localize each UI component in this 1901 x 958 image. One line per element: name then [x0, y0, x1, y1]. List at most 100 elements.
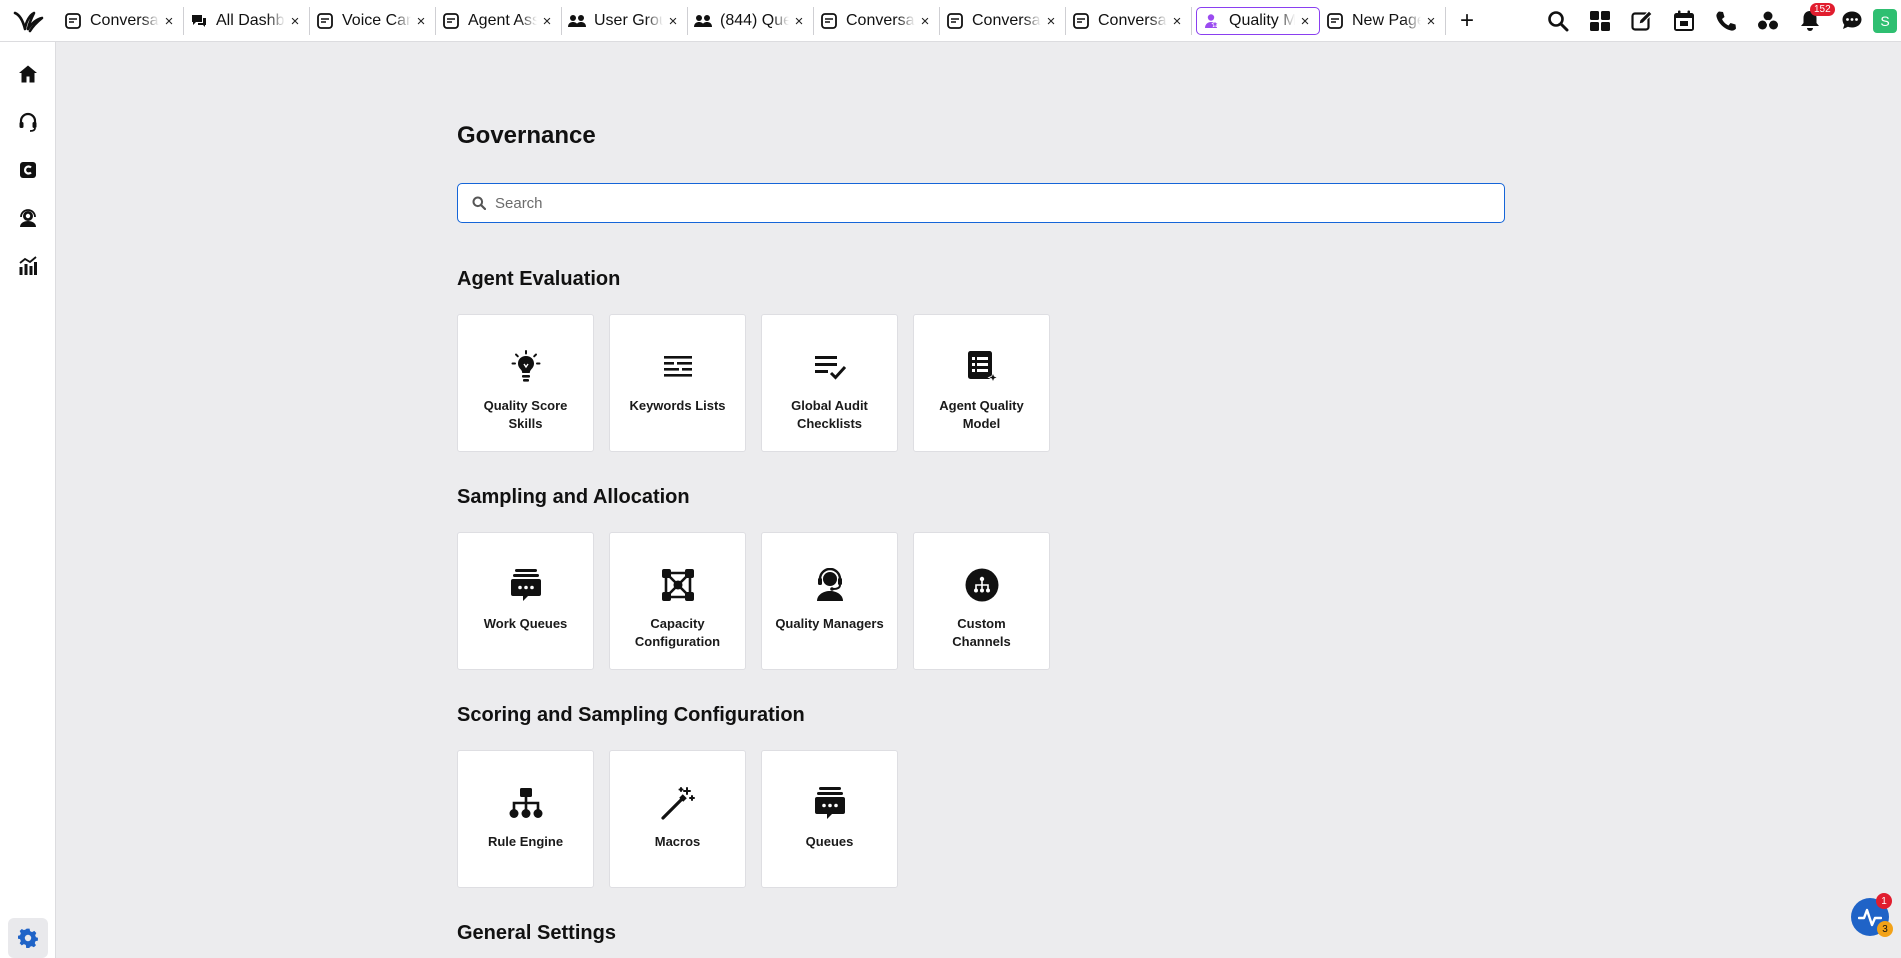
- messages-icon[interactable]: [1831, 0, 1873, 42]
- card-label: Rule Engine: [487, 834, 564, 849]
- card-label: Custom Channels: [952, 616, 1011, 649]
- close-icon[interactable]: ×: [539, 13, 555, 30]
- integrations-icon[interactable]: [1747, 0, 1789, 42]
- calendar-icon[interactable]: [1663, 0, 1705, 42]
- tab-label: New Page: [1352, 12, 1421, 29]
- card-queues[interactable]: Queues: [761, 750, 898, 888]
- agent-evaluation-cards: Quality Score Skills Keywords Lists Glob…: [457, 314, 1065, 452]
- card-label: Keywords Lists: [629, 398, 726, 413]
- section-title-agent-evaluation: Agent Evaluation: [457, 268, 621, 290]
- chat-bubbles-icon: [190, 12, 208, 30]
- tab-label: Voice Campaigns: [342, 12, 411, 29]
- card-quality-score-skills[interactable]: Quality Score Skills: [457, 314, 594, 452]
- card-macros[interactable]: Macros: [609, 750, 746, 888]
- close-icon[interactable]: ×: [287, 13, 303, 30]
- card-global-audit-checklists[interactable]: Global Audit Checklists: [761, 314, 898, 452]
- conversation-icon: [1072, 12, 1090, 30]
- conversation-icon: [820, 12, 838, 30]
- close-icon[interactable]: ×: [161, 13, 177, 30]
- add-tab-button[interactable]: +: [1452, 7, 1482, 35]
- settings-gear-icon[interactable]: [8, 918, 48, 958]
- close-icon[interactable]: ×: [413, 13, 429, 30]
- user-avatar[interactable]: S: [1873, 9, 1897, 33]
- crm-c-icon[interactable]: [8, 150, 48, 190]
- help-widget-badge-primary: 1: [1876, 893, 1892, 909]
- conversation-icon: [442, 12, 460, 30]
- lightbulb-icon: [508, 349, 544, 385]
- phone-icon[interactable]: [1705, 0, 1747, 42]
- tab-label: Agent Assist: [468, 12, 537, 29]
- help-widget-badge-secondary: 3: [1877, 921, 1893, 937]
- users-icon: [568, 12, 586, 30]
- tab-agent-assist[interactable]: Agent Assist ×: [436, 7, 562, 35]
- tab-queues[interactable]: (844) Queues ×: [688, 7, 814, 35]
- tab-quality-management[interactable]: Quality Management ×: [1196, 7, 1320, 35]
- search-box[interactable]: [457, 183, 1505, 223]
- channel-hub-icon: [964, 567, 1000, 603]
- tab-conversations-1[interactable]: Conversations ×: [58, 7, 184, 35]
- tab-label: All Dashboards: [216, 12, 285, 29]
- sampling-allocation-cards: Work Queues Capacity Configuration Quali…: [457, 532, 1065, 670]
- section-title-sampling-allocation: Sampling and Allocation: [457, 486, 690, 508]
- card-label: Work Queues: [483, 616, 568, 631]
- tab-all-dashboards[interactable]: All Dashboards ×: [184, 7, 310, 35]
- card-work-queues[interactable]: Work Queues: [457, 532, 594, 670]
- search-icon[interactable]: [1537, 0, 1579, 42]
- tab-label: User Groups: [594, 12, 663, 29]
- close-icon[interactable]: ×: [665, 13, 681, 30]
- chat-stack-icon: [508, 567, 544, 603]
- chat-stack-icon: [812, 785, 848, 821]
- tab-conversations-2[interactable]: Conversations ×: [814, 7, 940, 35]
- card-label: Capacity Configuration: [634, 616, 721, 649]
- close-icon[interactable]: ×: [1169, 13, 1185, 30]
- agent-support-icon[interactable]: [8, 198, 48, 238]
- tab-label: (844) Queues: [720, 12, 789, 29]
- network-icon: [660, 567, 696, 603]
- headset-icon[interactable]: [8, 102, 48, 142]
- users-icon: [694, 12, 712, 30]
- card-label: Macros: [654, 834, 701, 849]
- close-icon[interactable]: ×: [917, 13, 933, 30]
- apps-grid-icon[interactable]: [1579, 0, 1621, 42]
- conversation-icon: [946, 12, 964, 30]
- tab-label: Conversations: [90, 12, 159, 29]
- tab-voice-campaigns[interactable]: Voice Campaigns ×: [310, 7, 436, 35]
- magic-wand-icon: [660, 785, 696, 821]
- tab-label: Conversations: [1098, 12, 1167, 29]
- card-custom-channels[interactable]: Custom Channels: [913, 532, 1050, 670]
- top-tab-bar: Conversations × All Dashboards × Voice C…: [0, 0, 1901, 42]
- analytics-chart-icon[interactable]: [8, 246, 48, 286]
- card-agent-quality-model[interactable]: Agent Quality Model: [913, 314, 1050, 452]
- conversation-icon: [1326, 12, 1344, 30]
- tab-user-groups[interactable]: User Groups ×: [562, 7, 688, 35]
- card-rule-engine[interactable]: Rule Engine: [457, 750, 594, 888]
- notifications-bell-icon[interactable]: 152: [1789, 0, 1835, 42]
- left-nav-rail: [0, 42, 56, 958]
- compose-icon[interactable]: [1621, 0, 1663, 42]
- app-logo-icon[interactable]: [12, 9, 44, 33]
- card-label: Quality Managers: [775, 616, 884, 631]
- scoring-sampling-cards: Rule Engine Macros Queues: [457, 750, 913, 888]
- top-actions: 152 S: [1537, 0, 1901, 42]
- search-input[interactable]: [495, 194, 1475, 212]
- tab-strip: Conversations × All Dashboards × Voice C…: [58, 0, 1482, 42]
- quality-user-icon: [1203, 12, 1221, 30]
- checklist-icon: [812, 349, 848, 385]
- tab-conversations-3[interactable]: Conversations ×: [940, 7, 1066, 35]
- headset-user-icon: [812, 567, 848, 603]
- list-lines-icon: [660, 349, 696, 385]
- card-keywords-lists[interactable]: Keywords Lists: [609, 314, 746, 452]
- tab-conversations-4[interactable]: Conversations ×: [1066, 7, 1192, 35]
- close-icon[interactable]: ×: [1423, 13, 1439, 30]
- tab-new-page[interactable]: New Page ×: [1320, 7, 1446, 35]
- close-icon[interactable]: ×: [1043, 13, 1059, 30]
- close-icon[interactable]: ×: [791, 13, 807, 30]
- card-capacity-configuration[interactable]: Capacity Configuration: [609, 532, 746, 670]
- home-icon[interactable]: [8, 54, 48, 94]
- card-label: Global Audit Checklists: [791, 398, 868, 431]
- close-icon[interactable]: ×: [1297, 13, 1313, 30]
- tab-label: Conversations: [972, 12, 1041, 29]
- card-label: Quality Score Skills: [483, 398, 568, 431]
- card-quality-managers[interactable]: Quality Managers: [761, 532, 898, 670]
- section-title-scoring-sampling-configuration: Scoring and Sampling Configuration: [457, 704, 805, 726]
